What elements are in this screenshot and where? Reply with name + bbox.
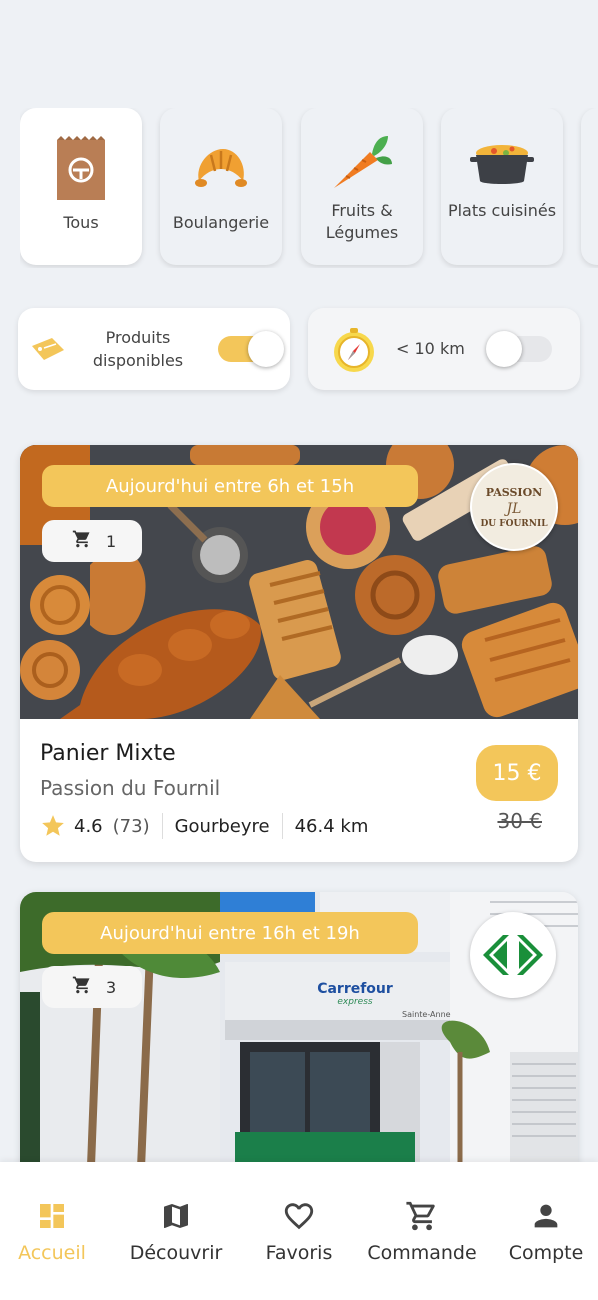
- pickup-time: Aujourd'hui entre 16h et 19h: [42, 912, 418, 954]
- category-label: Tous: [63, 213, 99, 232]
- cart-icon: [72, 529, 92, 553]
- offer-title: Panier Mixte: [40, 741, 176, 766]
- toggle-knob: [486, 331, 522, 367]
- nav-label: Favoris: [265, 1242, 333, 1264]
- category-tous[interactable]: Tous: [20, 108, 142, 265]
- old-price: 30 €: [497, 809, 542, 833]
- dashboard-icon: [32, 1196, 72, 1236]
- tag-icon: [30, 336, 66, 366]
- category-label: Plats cuisinés: [447, 201, 557, 220]
- price-badge: 15 €: [476, 745, 558, 801]
- nav-commande[interactable]: Commande: [362, 1162, 482, 1300]
- carrefour-logo-icon: [470, 912, 556, 998]
- nav-label: Commande: [367, 1242, 477, 1264]
- nav-label: Accueil: [18, 1242, 86, 1264]
- category-plats-cuisines[interactable]: Plats cuisinés: [441, 108, 563, 265]
- pot-icon: [441, 126, 563, 198]
- cart-count-badge: 1: [42, 520, 142, 562]
- bottom-navigation: Accueil Découvrir Favoris Commande Compt…: [0, 1162, 598, 1300]
- category-boulangerie[interactable]: Boulangerie: [160, 108, 282, 265]
- store-distance: 46.4 km: [294, 815, 369, 837]
- toggle-knob: [248, 331, 284, 367]
- store-sign: Carrefour express: [317, 981, 393, 1007]
- offer-meta: 4.6 (73) Gourbeyre 46.4 km: [40, 813, 368, 839]
- category-fruits-legumes[interactable]: Fruits & Légumes: [301, 108, 423, 265]
- map-icon: [156, 1196, 196, 1236]
- cart-count: 3: [106, 977, 117, 997]
- divider: [281, 813, 283, 839]
- croissant-icon: [160, 132, 282, 204]
- filter-distance[interactable]: < 10 km: [308, 308, 580, 390]
- offer-card[interactable]: Carrefour express Sainte-Anne Aujourd'hu…: [20, 892, 578, 1192]
- cart-icon: [72, 975, 92, 999]
- carrot-icon: [301, 126, 423, 198]
- category-label: Boulangerie: [172, 213, 270, 232]
- review-count: (73): [112, 815, 150, 837]
- heart-icon: [279, 1196, 319, 1236]
- cart-count-badge: 3: [42, 966, 142, 1008]
- nav-label: Découvrir: [129, 1242, 223, 1264]
- store-sign-place: Sainte-Anne: [402, 1010, 451, 1019]
- store-name: Passion du Fournil: [40, 776, 221, 800]
- distance-toggle[interactable]: [486, 331, 552, 367]
- rating-value: 4.6: [74, 815, 103, 837]
- store-logo: PASSION JL DU FOURNIL: [470, 463, 558, 551]
- cart-icon: [402, 1196, 442, 1236]
- star-icon: [40, 813, 66, 839]
- nav-compte[interactable]: Compte: [496, 1162, 596, 1300]
- category-list: Tous Boulangerie Fruits & Légumes Plats …: [20, 108, 598, 268]
- store-city: Gourbeyre: [174, 815, 270, 837]
- bag-icon: [20, 132, 142, 204]
- filter-label: < 10 km: [396, 339, 465, 358]
- pickup-time: Aujourd'hui entre 6h et 15h: [42, 465, 418, 507]
- category-more[interactable]: [581, 108, 598, 265]
- divider: [161, 813, 163, 839]
- nav-favoris[interactable]: Favoris: [249, 1162, 349, 1300]
- category-label: Fruits & Légumes: [325, 201, 399, 242]
- nav-decouvrir[interactable]: Découvrir: [116, 1162, 236, 1300]
- offer-card[interactable]: Aujourd'hui entre 6h et 15h 1 PASSION JL…: [20, 445, 578, 862]
- cart-count: 1: [106, 531, 117, 551]
- nav-accueil[interactable]: Accueil: [0, 1162, 104, 1300]
- compass-icon: [330, 326, 378, 378]
- available-toggle[interactable]: [218, 331, 284, 367]
- filter-label: Produits disponibles: [92, 328, 184, 370]
- person-icon: [526, 1196, 566, 1236]
- nav-label: Compte: [508, 1242, 584, 1264]
- filter-available-products[interactable]: Produits disponibles: [18, 308, 290, 390]
